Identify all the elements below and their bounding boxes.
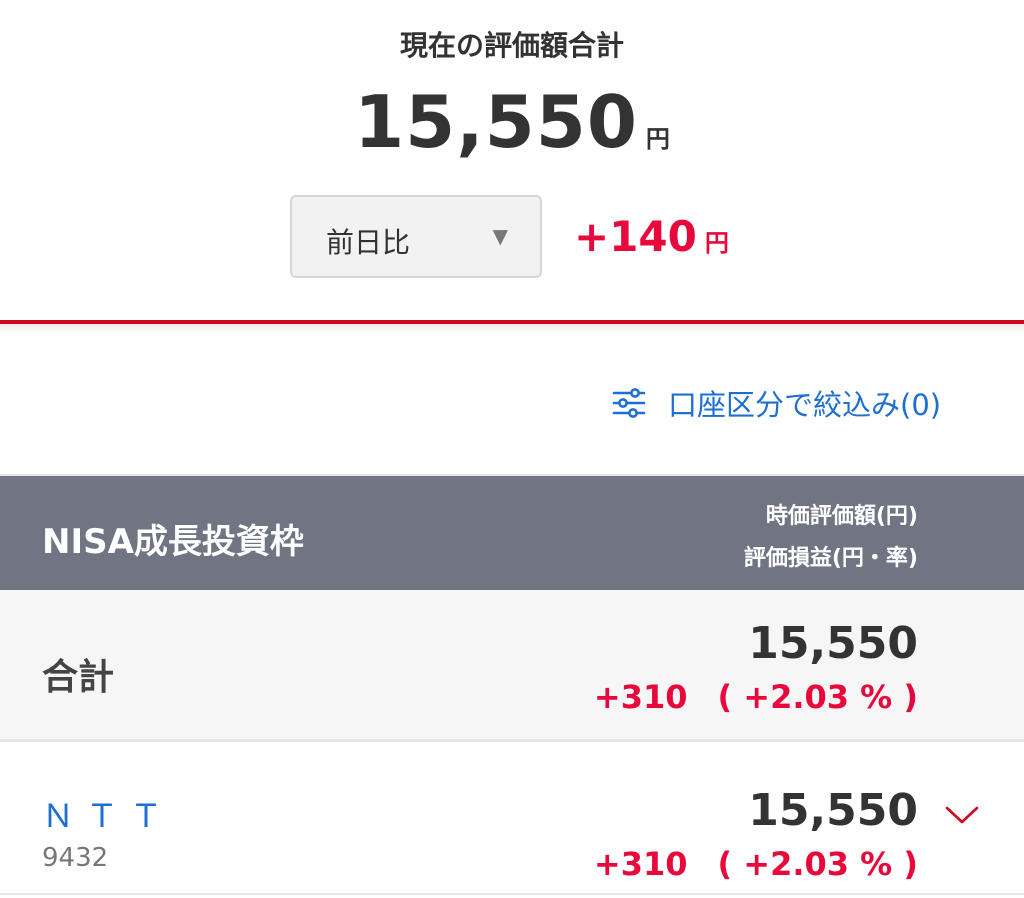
total-row-label: 合計 (42, 657, 115, 698)
holding-name-link[interactable]: ＮＴＴ (42, 791, 174, 837)
compare-period-select[interactable]: 前日比 ▼ (290, 195, 542, 278)
account-filter-label: 口座区分で絞込み(0) (668, 388, 942, 422)
holding-code: 9432 (42, 843, 109, 873)
total-row: 合計 15,550 +310 ( +2.03 % ) (0, 590, 1024, 742)
valuation-summary: 現在の評価額合計 15,550 円 前日比 ▼ +140 円 (0, 0, 1024, 322)
compare-period-label: 前日比 (326, 226, 411, 259)
day-change: +140 円 (574, 212, 729, 261)
total-valuation-unit: 円 (645, 125, 670, 153)
holding-row[interactable]: ＮＴＴ 9432 15,550 +310 ( +2.03 % ) (0, 745, 1024, 895)
holding-gain-rate: ( +2.03 % ) (717, 845, 919, 883)
caret-down-icon: ▼ (492, 224, 508, 248)
filter-sliders-icon (612, 388, 646, 418)
divider-shadow (0, 324, 1024, 334)
total-row-value: 15,550 (748, 618, 918, 669)
total-valuation: 15,550 円 (0, 80, 1024, 164)
column-head-market-value: 時価評価額(円) (765, 504, 918, 529)
total-row-gain-rate: ( +2.03 % ) (717, 678, 919, 716)
column-head-gain-loss: 評価損益(円・率) (743, 546, 918, 571)
total-row-gain-amount: +310 (593, 678, 688, 716)
chevron-down-icon[interactable] (944, 803, 980, 827)
total-row-gain: +310 ( +2.03 % ) (594, 678, 918, 716)
holding-value: 15,550 (748, 785, 918, 836)
day-change-unit: 円 (704, 229, 729, 257)
account-filter-link[interactable]: 口座区分で絞込み(0) (612, 382, 941, 424)
total-valuation-value: 15,550 (354, 80, 638, 164)
section-header: NISA成長投資枠 時価評価額(円) 評価損益(円・率) (0, 474, 1024, 590)
holding-gain-amount: +310 (593, 845, 688, 883)
day-change-value: +140 (574, 212, 697, 261)
summary-title: 現在の評価額合計 (399, 29, 624, 62)
section-title: NISA成長投資枠 (42, 522, 304, 562)
holding-gain: +310 ( +2.03 % ) (594, 845, 918, 883)
